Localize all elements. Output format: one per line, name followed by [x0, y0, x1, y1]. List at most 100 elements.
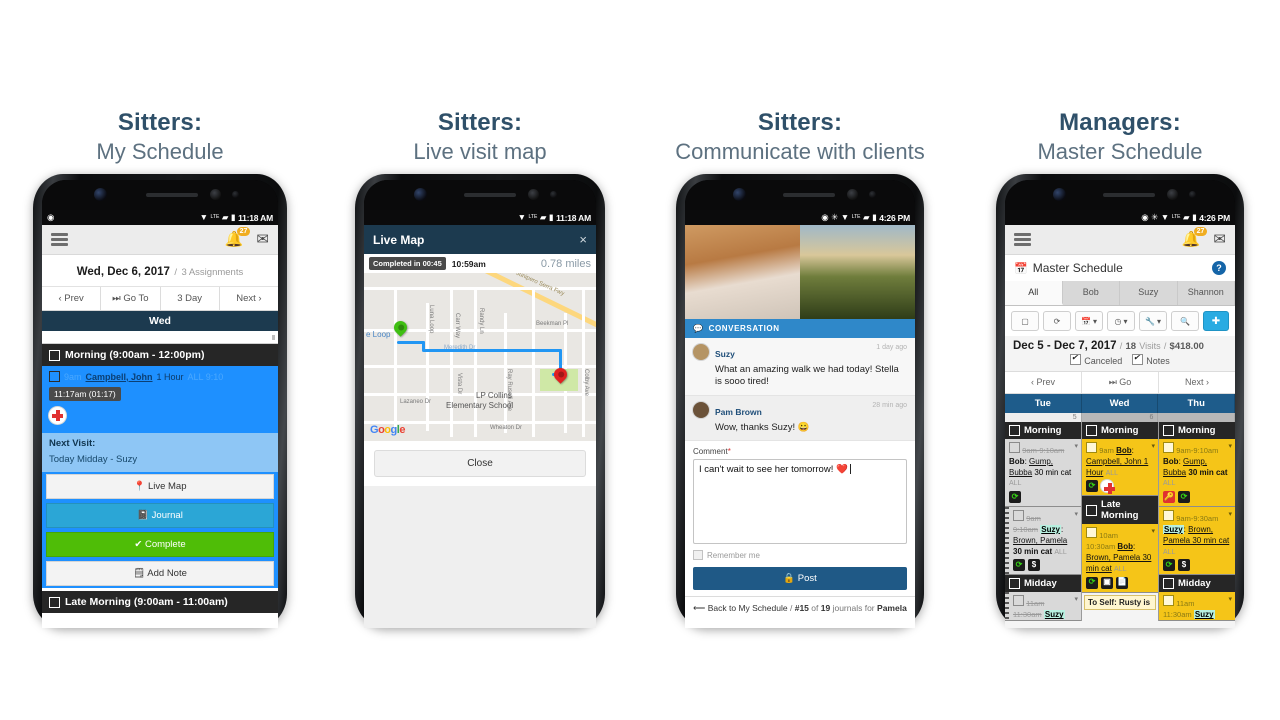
- add-icon[interactable]: ✚: [1203, 311, 1229, 331]
- select-icon[interactable]: ▢: [1011, 311, 1039, 331]
- go-button[interactable]: ⏭ Go: [1082, 372, 1159, 393]
- comment-input[interactable]: I can't wait to see her tomorrow! ❤️: [693, 459, 907, 545]
- repeat-icon[interactable]: ⟳: [1013, 559, 1025, 572]
- close-icon[interactable]: ×: [579, 232, 587, 247]
- schedule-cell[interactable]: ▾ 9am Bob: Campbell, John 1 Hour ALL ⟳: [1082, 439, 1158, 497]
- notifications-bell-icon[interactable]: 🔔 27: [225, 227, 251, 247]
- search-icon[interactable]: 🔍: [1171, 311, 1199, 331]
- self-note[interactable]: To Self: Rusty is: [1084, 594, 1156, 610]
- scroll-strip[interactable]: [42, 331, 278, 344]
- tab-all[interactable]: All: [1005, 281, 1063, 305]
- repeat-icon[interactable]: ⟳: [1178, 491, 1190, 504]
- repeat-icon[interactable]: ⟳: [1086, 576, 1098, 589]
- repeat-icon[interactable]: ⟳: [1009, 491, 1021, 504]
- chevron-down-icon[interactable]: ▾: [1074, 510, 1078, 519]
- prev-button[interactable]: ‹ Prev: [1005, 372, 1082, 393]
- cell-checkbox[interactable]: [1163, 510, 1174, 522]
- block-checkbox[interactable]: [1009, 425, 1020, 436]
- block-checkbox[interactable]: [1009, 578, 1020, 590]
- block-header-midday[interactable]: Midday: [1159, 575, 1235, 593]
- mail-icon[interactable]: ✉: [256, 232, 269, 247]
- chevron-down-icon[interactable]: ▾: [1228, 442, 1232, 451]
- chevron-down-icon[interactable]: ▾: [1228, 510, 1232, 519]
- schedule-cell[interactable]: ▾ 10am 10:30am Bob: Brown, Pamela 30 min…: [1082, 524, 1158, 593]
- filter-canceled[interactable]: Canceled: [1070, 353, 1122, 366]
- block-header-late-morning[interactable]: Late Morning: [1082, 496, 1158, 525]
- photo-dog-field[interactable]: [800, 225, 915, 319]
- tab-bob[interactable]: Bob: [1063, 281, 1120, 305]
- mail-icon[interactable]: ✉: [1213, 232, 1226, 247]
- canceled-checkbox[interactable]: [1070, 353, 1082, 365]
- cell-checkbox[interactable]: [1163, 442, 1174, 453]
- menu-icon[interactable]: [51, 233, 68, 246]
- money-icon[interactable]: $: [1028, 559, 1040, 572]
- chevron-down-icon[interactable]: ▾: [1074, 442, 1078, 451]
- cell-checkbox[interactable]: [1013, 510, 1024, 522]
- block-checkbox[interactable]: [1163, 425, 1174, 436]
- schedule-cell[interactable]: ▾ 11am 11:30am Suzy: [1005, 592, 1081, 622]
- document-icon[interactable]: 📄: [1116, 576, 1128, 589]
- cell-checkbox[interactable]: [1009, 442, 1020, 453]
- chevron-down-icon[interactable]: ▾: [1074, 595, 1078, 604]
- menu-icon[interactable]: [1014, 233, 1031, 246]
- segment-header-late-morning[interactable]: Late Morning (9:00am - 11:00am): [42, 591, 278, 613]
- tab-shannon[interactable]: Shannon: [1178, 281, 1235, 305]
- schedule-cell[interactable]: ▾ 9am 9:10am Suzy: Brown, Pamela 30 min …: [1005, 507, 1081, 576]
- remember-me-checkbox[interactable]: [693, 550, 703, 561]
- cell-checkbox[interactable]: [1163, 595, 1174, 607]
- block-header-morning[interactable]: Morning: [1082, 422, 1158, 439]
- repeat-icon[interactable]: ⟳: [1086, 480, 1098, 493]
- cell-checkbox[interactable]: [1086, 527, 1097, 539]
- help-icon[interactable]: ?: [1212, 261, 1226, 275]
- schedule-cell[interactable]: ▾ 9am-9:10am Bob: Gump, Bubba 30 min cat…: [1005, 439, 1081, 508]
- block-header-morning[interactable]: Morning: [1005, 422, 1081, 439]
- refresh-icon[interactable]: ⟳: [1043, 311, 1071, 331]
- block-header-morning[interactable]: Morning: [1159, 422, 1235, 439]
- notes-checkbox[interactable]: [1132, 353, 1144, 365]
- close-button[interactable]: Close: [374, 450, 586, 477]
- photo-dog-resting[interactable]: [685, 225, 800, 319]
- box-icon[interactable]: ▣: [1101, 576, 1113, 589]
- repeat-icon[interactable]: ⟳: [1163, 559, 1175, 572]
- block-header-midday[interactable]: Midday: [1005, 575, 1081, 593]
- filter-notes[interactable]: Notes: [1132, 353, 1170, 366]
- chevron-down-icon[interactable]: ▾: [1228, 595, 1232, 604]
- medical-icon[interactable]: [1101, 480, 1115, 495]
- remember-me-row[interactable]: Remember me: [693, 550, 907, 561]
- clock-icon[interactable]: ◷ ▾: [1107, 311, 1135, 331]
- day-header-thu[interactable]: Thu: [1158, 394, 1235, 413]
- block-checkbox[interactable]: [1086, 504, 1097, 516]
- block-checkbox[interactable]: [1163, 578, 1174, 590]
- next-button[interactable]: Next ›: [220, 287, 278, 310]
- complete-button[interactable]: ✔ Complete: [46, 532, 274, 557]
- map-canvas[interactable]: Junipero Serra Fwy Beekman Pl Randy Ln C…: [364, 273, 596, 441]
- chevron-down-icon[interactable]: ▾: [1151, 527, 1155, 536]
- back-to-schedule-link[interactable]: ⟵ Back to My Schedule: [693, 603, 787, 613]
- notifications-bell-icon[interactable]: 🔔 27: [1182, 227, 1208, 247]
- visit-card[interactable]: 9am Campbell, John 1 Hour ALL 9:10 11:17…: [42, 366, 278, 431]
- three-day-button[interactable]: 3 Day: [161, 287, 220, 310]
- block-checkbox[interactable]: [1086, 425, 1097, 436]
- segment-checkbox[interactable]: [49, 349, 60, 361]
- live-map-button[interactable]: 📍 Live Map: [46, 474, 274, 499]
- money-icon[interactable]: $: [1178, 559, 1190, 572]
- key-icon[interactable]: 🔑: [1163, 491, 1175, 504]
- segment-header-morning[interactable]: Morning (9:00am - 12:00pm): [42, 344, 278, 366]
- visit-checkbox[interactable]: [49, 371, 60, 382]
- schedule-cell[interactable]: ▾ 9am-9:30am Suzy: Brown, Pamela 30 min …: [1159, 507, 1235, 576]
- tab-suzy[interactable]: Suzy: [1120, 281, 1178, 305]
- schedule-cell[interactable]: ▾ 9am-9:10am Bob: Gump, Bubba 30 min cat…: [1159, 439, 1235, 508]
- wrench-icon[interactable]: 🔧 ▾: [1139, 311, 1167, 331]
- calendar-icon[interactable]: 📅 ▾: [1075, 311, 1103, 331]
- prev-button[interactable]: ‹ Prev: [42, 287, 102, 310]
- add-note-button[interactable]: 🗒 Add Note: [46, 561, 274, 586]
- day-header-tue[interactable]: Tue: [1005, 394, 1082, 413]
- segment-checkbox-2[interactable]: [49, 596, 60, 608]
- schedule-cell[interactable]: ▾ 11am 11:30am Suzy: [1159, 592, 1235, 622]
- visit-client-link[interactable]: Campbell, John: [86, 372, 153, 382]
- cell-checkbox[interactable]: [1013, 595, 1024, 607]
- cell-client[interactable]: Brown, Pamela: [1013, 536, 1067, 545]
- chevron-down-icon[interactable]: ▾: [1151, 442, 1155, 451]
- cell-checkbox[interactable]: [1086, 442, 1097, 453]
- post-button[interactable]: 🔒 Post: [693, 567, 907, 591]
